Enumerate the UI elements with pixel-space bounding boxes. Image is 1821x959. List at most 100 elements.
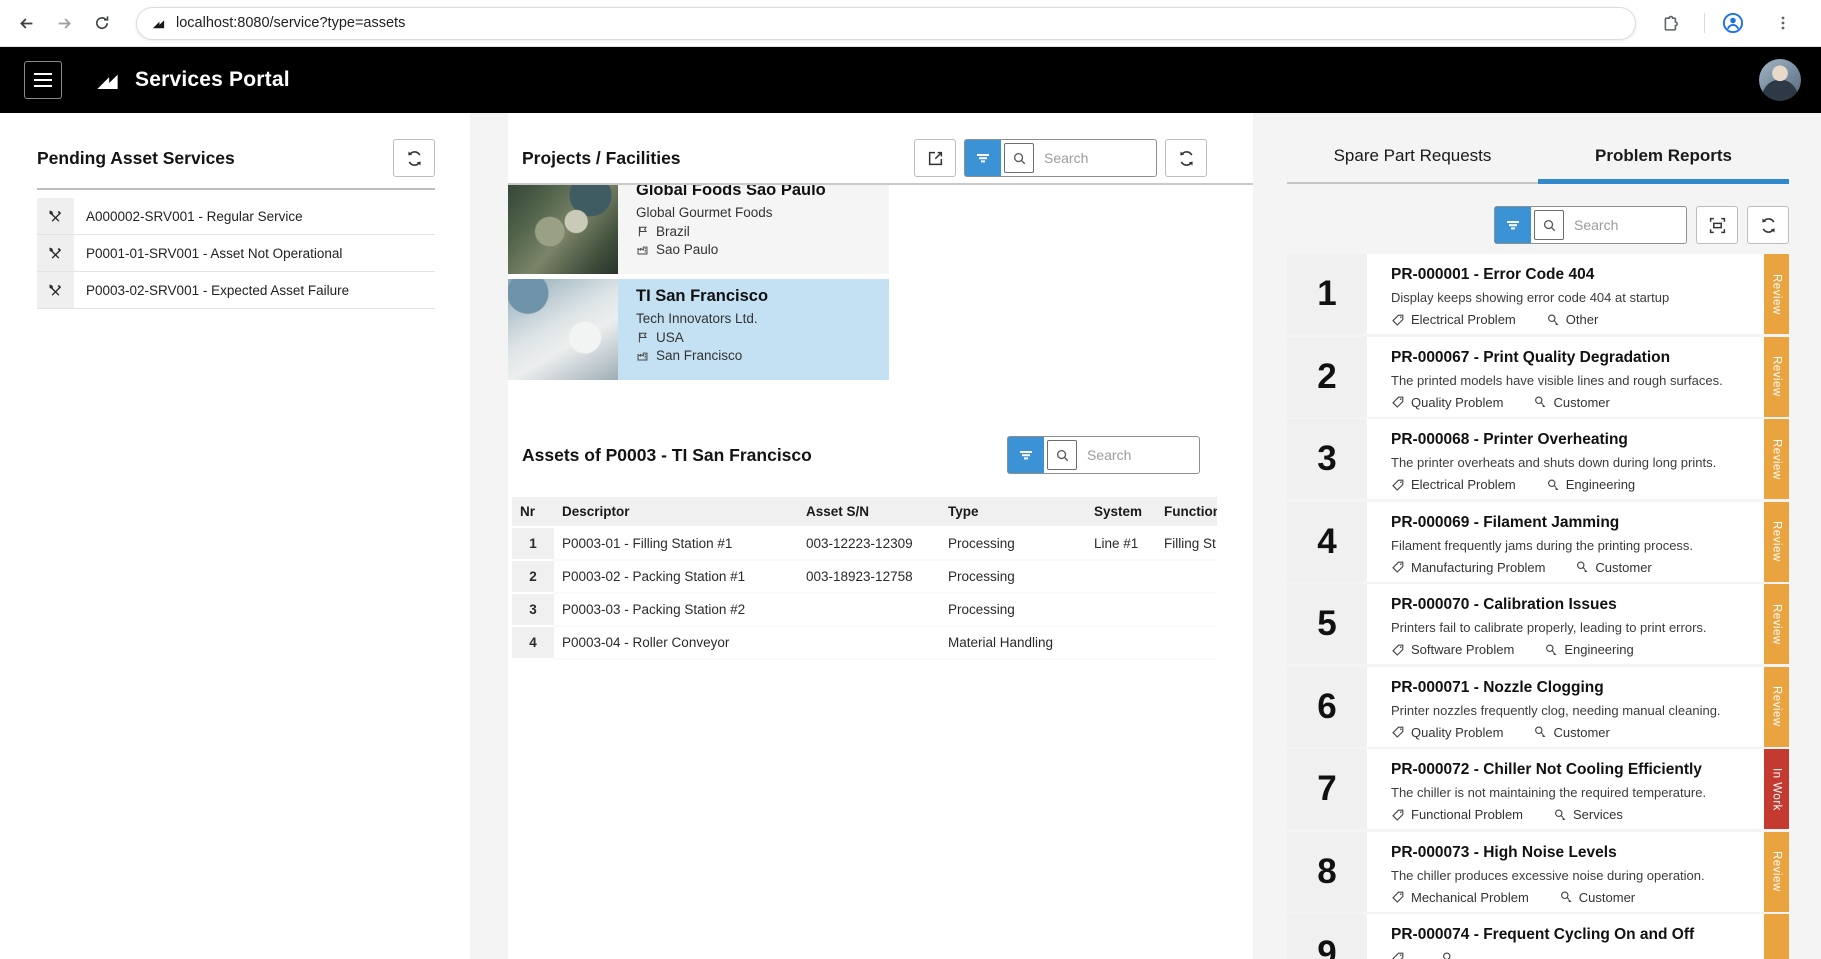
profile-circle-icon xyxy=(1722,12,1744,34)
asset-function xyxy=(1156,627,1217,660)
pending-services-refresh-button[interactable] xyxy=(393,139,435,177)
brand-logo-icon xyxy=(94,67,121,94)
asset-function xyxy=(1156,561,1217,594)
projects-search-button[interactable] xyxy=(1004,143,1034,173)
assets-column-header[interactable]: Descriptor xyxy=(554,497,798,528)
problem-report-item[interactable]: 8 PR-000073 - High Noise Levels The chil… xyxy=(1287,832,1789,912)
browser-menu-button[interactable] xyxy=(1767,7,1799,39)
browser-forward-button[interactable] xyxy=(48,7,80,39)
asset-nr: 1 xyxy=(512,528,554,561)
problem-reports-list: 1 PR-000001 - Error Code 404 Display kee… xyxy=(1287,254,1789,959)
asset-system xyxy=(1086,561,1156,594)
assets-column-header[interactable]: Type xyxy=(940,497,1086,528)
assets-column-header[interactable]: Nr xyxy=(512,497,554,528)
projects-filter-button[interactable] xyxy=(965,140,1001,176)
problem-tag-icon xyxy=(1391,313,1405,327)
report-problem-type: Quality Problem xyxy=(1411,725,1503,740)
problem-tag-icon xyxy=(1391,478,1405,492)
browser-reload-button[interactable] xyxy=(86,7,118,39)
report-number: 1 xyxy=(1287,254,1367,334)
forward-arrow-icon xyxy=(56,15,73,32)
problem-tag-icon xyxy=(1391,890,1405,904)
assets-column-header[interactable]: Asset S/N xyxy=(798,497,940,528)
report-tags: Manufacturing Problem Customer xyxy=(1391,560,1756,575)
problem-report-item[interactable]: 6 PR-000071 - Nozzle Clogging Printer no… xyxy=(1287,667,1789,747)
problem-report-item[interactable]: 1 PR-000001 - Error Code 404 Display kee… xyxy=(1287,254,1789,334)
tab-label: Problem Reports xyxy=(1595,146,1732,165)
assets-search-input[interactable] xyxy=(1079,447,1199,463)
asset-serial-number xyxy=(798,594,940,627)
extensions-puzzle-icon xyxy=(1662,15,1679,32)
search-icon xyxy=(1012,151,1027,166)
source-magnifier-icon xyxy=(1533,395,1547,409)
reports-filter-button[interactable] xyxy=(1495,207,1531,243)
report-description: The printer overheats and shuts down dur… xyxy=(1391,455,1756,470)
site-favicon xyxy=(151,16,166,31)
asset-nr: 2 xyxy=(512,561,554,594)
asset-descriptor: P0003-02 - Packing Station #1 xyxy=(554,561,798,594)
browser-profile-button[interactable] xyxy=(1717,7,1749,39)
facility-card[interactable]: Global Foods Sao Paulo Global Gourmet Fo… xyxy=(508,183,889,274)
asset-system xyxy=(1086,594,1156,627)
url-bar[interactable]: localhost:8080/service?type=assets xyxy=(136,7,1636,40)
report-tags: Mechanical Problem Customer xyxy=(1391,890,1756,905)
projects-search-input[interactable] xyxy=(1036,150,1156,166)
asset-system xyxy=(1086,627,1156,660)
facility-card[interactable]: TI San Francisco Tech Innovators Ltd. US… xyxy=(508,279,889,380)
asset-nr: 3 xyxy=(512,594,554,627)
problem-report-item[interactable]: 7 PR-000072 - Chiller Not Cooling Effici… xyxy=(1287,749,1789,829)
tab-item[interactable]: Problem Reports xyxy=(1538,133,1789,184)
problem-report-item[interactable]: 3 PR-000068 - Printer Overheating The pr… xyxy=(1287,419,1789,499)
reports-expand-button[interactable] xyxy=(1696,206,1738,244)
report-status-badge: Review xyxy=(1764,584,1789,664)
source-magnifier-icon xyxy=(1441,951,1455,959)
source-magnifier-icon xyxy=(1546,478,1560,492)
assets-title: Assets of P0003 - TI San Francisco xyxy=(522,445,812,466)
main-menu-button[interactable] xyxy=(24,61,62,99)
pending-service-item[interactable]: A000002-SRV001 - Regular Service xyxy=(37,198,435,235)
service-tools-icon xyxy=(37,272,74,308)
open-external-button[interactable] xyxy=(914,139,956,177)
assets-table-body: 1 P0003-01 - Filling Station #1 003-1222… xyxy=(512,528,1217,660)
extensions-button[interactable] xyxy=(1654,7,1686,39)
browser-back-button[interactable] xyxy=(10,7,42,39)
report-source: Customer xyxy=(1553,725,1609,740)
city-building-icon xyxy=(636,243,649,256)
back-arrow-icon xyxy=(18,15,35,32)
assets-column-header[interactable]: System xyxy=(1086,497,1156,528)
report-body: PR-000070 - Calibration Issues Printers … xyxy=(1367,584,1764,664)
reports-search-input[interactable] xyxy=(1566,217,1686,233)
facility-name: Global Foods Sao Paulo xyxy=(636,183,826,200)
assets-table: NrDescriptorAsset S/NTypeSystemFunction … xyxy=(512,497,1217,660)
assets-column-header[interactable]: Function xyxy=(1156,497,1217,528)
report-number: 3 xyxy=(1287,419,1367,499)
tab-item[interactable]: Spare Part Requests xyxy=(1287,133,1538,184)
country-flag-icon xyxy=(636,225,649,238)
projects-refresh-button[interactable] xyxy=(1165,139,1207,177)
asset-row[interactable]: 3 P0003-03 - Packing Station #2 Processi… xyxy=(512,594,1217,627)
problem-report-item[interactable]: 4 PR-000069 - Filament Jamming Filament … xyxy=(1287,502,1789,582)
app-title: Services Portal xyxy=(135,68,290,92)
user-avatar[interactable] xyxy=(1759,59,1801,101)
report-source: Customer xyxy=(1553,395,1609,410)
asset-row[interactable]: 1 P0003-01 - Filling Station #1 003-1222… xyxy=(512,528,1217,561)
reports-refresh-button[interactable] xyxy=(1747,206,1789,244)
asset-row[interactable]: 4 P0003-04 - Roller Conveyor Material Ha… xyxy=(512,627,1217,660)
assets-search-button[interactable] xyxy=(1047,440,1077,470)
url-text: localhost:8080/service?type=assets xyxy=(176,15,405,31)
report-tags: Electrical Problem Engineering xyxy=(1391,477,1756,492)
asset-row[interactable]: 2 P0003-02 - Packing Station #1 003-1892… xyxy=(512,561,1217,594)
facility-image xyxy=(508,183,618,274)
facilities-scroll-area[interactable]: Global Foods Sao Paulo Global Gourmet Fo… xyxy=(508,183,1253,390)
problem-report-item[interactable]: 5 PR-000070 - Calibration Issues Printer… xyxy=(1287,584,1789,664)
problem-report-item[interactable]: 2 PR-000067 - Print Quality Degradation … xyxy=(1287,337,1789,417)
pending-service-item[interactable]: P0003-02-SRV001 - Expected Asset Failure xyxy=(37,272,435,309)
reports-search-button[interactable] xyxy=(1534,210,1564,240)
service-label: A000002-SRV001 - Regular Service xyxy=(74,198,303,234)
problem-report-item[interactable]: 9 PR-000074 - Frequent Cycling On and Of… xyxy=(1287,914,1789,959)
report-title: PR-000074 - Frequent Cycling On and Off xyxy=(1391,926,1756,944)
assets-filter-button[interactable] xyxy=(1008,437,1044,473)
pending-service-item[interactable]: P0001-01-SRV001 - Asset Not Operational xyxy=(37,235,435,272)
asset-serial-number: 003-18923-12758 xyxy=(798,561,940,594)
asset-serial-number: 003-12223-12309 xyxy=(798,528,940,561)
